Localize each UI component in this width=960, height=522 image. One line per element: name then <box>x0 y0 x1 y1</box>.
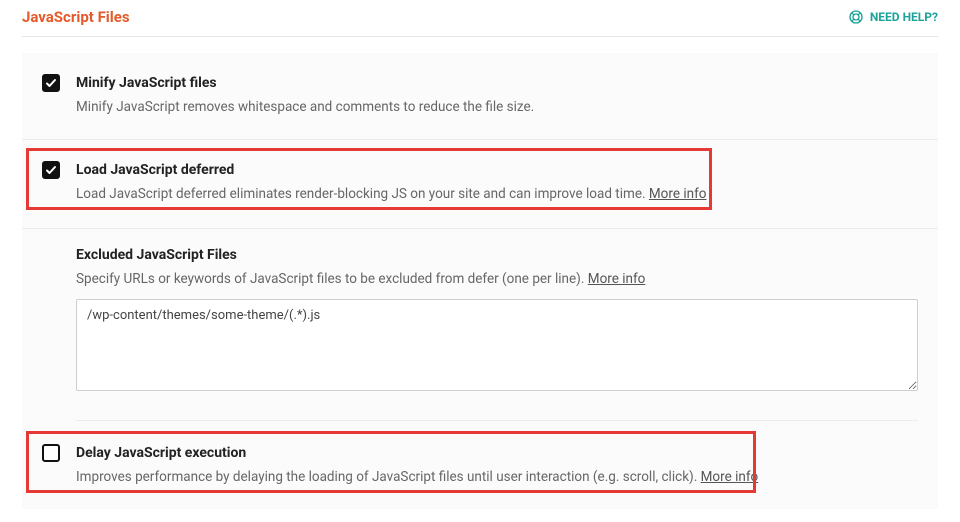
settings-panel: Minify JavaScript files Minify JavaScrip… <box>22 53 938 509</box>
delay-desc-text: Improves performance by delaying the loa… <box>76 469 701 485</box>
help-icon <box>848 9 864 25</box>
delay-title: Delay JavaScript execution <box>76 443 918 463</box>
delay-more-info-link[interactable]: More info <box>701 469 759 485</box>
spacer-row <box>22 395 938 421</box>
option-minify-row: Minify JavaScript files Minify JavaScrip… <box>22 53 938 140</box>
checkmark-icon <box>45 164 57 176</box>
excluded-desc-text: Specify URLs or keywords of JavaScript f… <box>76 271 588 287</box>
section-title: JavaScript Files <box>22 8 130 26</box>
defer-more-info-link[interactable]: More info <box>649 186 707 202</box>
defer-title: Load JavaScript deferred <box>76 160 918 180</box>
defer-desc-text: Load JavaScript deferred eliminates rend… <box>76 186 649 202</box>
need-help-label: NEED HELP? <box>870 10 938 24</box>
excluded-more-info-link[interactable]: More info <box>588 271 646 287</box>
minify-desc: Minify JavaScript removes whitespace and… <box>76 97 918 117</box>
option-excluded-row: Excluded JavaScript Files Specify URLs o… <box>22 229 938 395</box>
checkmark-icon <box>45 77 57 89</box>
defer-desc: Load JavaScript deferred eliminates rend… <box>76 184 918 204</box>
page-root: JavaScript Files NEED HELP? Minify JavaS <box>0 0 960 522</box>
defer-checkbox[interactable] <box>42 161 60 179</box>
excluded-textarea[interactable] <box>76 299 918 391</box>
option-delay-row: Delay JavaScript execution Improves perf… <box>22 421 938 509</box>
option-defer-row: Load JavaScript deferred Load JavaScript… <box>22 140 938 229</box>
delay-checkbox[interactable] <box>42 444 60 462</box>
need-help-button[interactable]: NEED HELP? <box>848 9 938 25</box>
section-header: JavaScript Files NEED HELP? <box>22 8 938 37</box>
minify-title: Minify JavaScript files <box>76 73 918 93</box>
excluded-desc: Specify URLs or keywords of JavaScript f… <box>76 269 918 289</box>
delay-desc: Improves performance by delaying the loa… <box>76 467 918 487</box>
excluded-title: Excluded JavaScript Files <box>76 247 918 263</box>
minify-checkbox[interactable] <box>42 74 60 92</box>
